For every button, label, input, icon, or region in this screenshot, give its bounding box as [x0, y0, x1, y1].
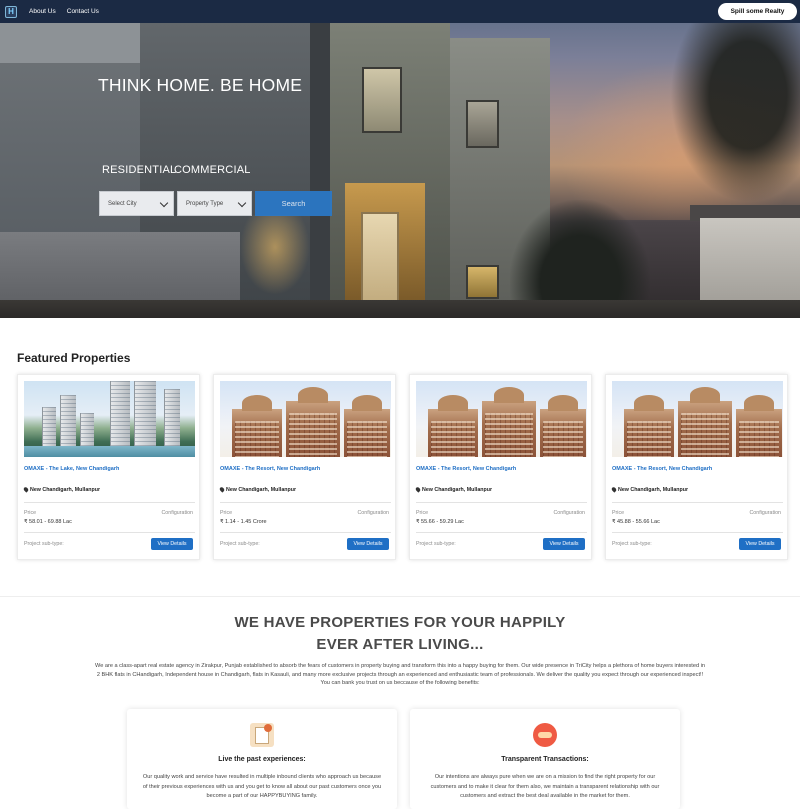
about-description: We are a class-apart real estate agency … — [95, 663, 705, 687]
location-pin-icon — [22, 486, 30, 493]
location-pin-icon — [414, 486, 422, 493]
location-pin-icon — [610, 486, 618, 493]
tab-residential[interactable]: RESIDENTIAL — [102, 164, 176, 176]
price-value: ₹ 58.01 - 69.88 Lac — [24, 519, 72, 525]
property-card: OMAXE - The Resort, New Chandigarh New C… — [409, 374, 592, 560]
property-image[interactable] — [416, 381, 587, 457]
configuration-label: Configuration — [161, 510, 193, 516]
benefit-text: Our quality work and service have result… — [142, 774, 382, 800]
about-heading: WE HAVE PROPERTIES FOR YOUR HAPPILY EVER… — [234, 614, 566, 653]
property-image[interactable] — [220, 381, 391, 457]
price-label: Price — [220, 510, 233, 516]
price-label: Price — [416, 510, 429, 516]
property-location: New Chandigarh, Mullanpur — [610, 486, 688, 493]
project-subtype-label: Project sub-type: — [612, 541, 652, 547]
spill-some-realty-button[interactable]: Spill some Realty — [718, 3, 797, 20]
price-value: ₹ 45.88 - 55.66 Lac — [612, 519, 660, 525]
property-image[interactable] — [24, 381, 195, 457]
benefit-card: Transparent Transactions: Our intentions… — [410, 709, 680, 809]
nav-link-about[interactable]: About Us — [29, 8, 56, 15]
property-location: New Chandigarh, Mullanpur — [22, 486, 100, 493]
hero-title: THINK HOME. BE HOME — [98, 75, 303, 95]
site-logo[interactable]: H — [5, 5, 17, 18]
select-city-dropdown[interactable]: Select City — [99, 191, 174, 216]
property-name[interactable]: OMAXE - The Resort, New Chandigarh — [612, 466, 712, 472]
hero-banner: THINK HOME. BE HOME RESIDENTIAL COMMERCI… — [0, 0, 800, 318]
benefit-title: Live the past experiences: — [218, 756, 306, 763]
configuration-label: Configuration — [749, 510, 781, 516]
property-location: New Chandigarh, Mullanpur — [218, 486, 296, 493]
price-value: ₹ 1.14 - 1.45 Crore — [220, 519, 267, 525]
property-name[interactable]: OMAXE - The Lake, New Chandigarh — [24, 466, 119, 472]
price-label: Price — [24, 510, 37, 516]
property-name[interactable]: OMAXE - The Resort, New Chandigarh — [416, 466, 516, 472]
door — [361, 212, 399, 312]
property-card: OMAXE - The Resort, New Chandigarh New C… — [213, 374, 396, 560]
tab-commercial[interactable]: COMMERCIAL — [174, 164, 251, 176]
project-subtype-label: Project sub-type: — [220, 541, 260, 547]
property-type-label: Property Type — [186, 200, 224, 207]
certificate-icon — [250, 723, 274, 747]
benefit-text: Our intentions are always pure when we a… — [430, 774, 660, 800]
project-subtype-label: Project sub-type: — [416, 541, 456, 547]
view-details-button[interactable]: View Details — [739, 538, 781, 550]
benefit-title: Transparent Transactions: — [501, 756, 589, 763]
property-image[interactable] — [612, 381, 783, 457]
top-navbar: H About Us Contact Us Spill some Realty — [0, 0, 800, 23]
chevron-down-icon — [237, 198, 247, 208]
select-city-label: Select City — [108, 200, 137, 207]
property-location: New Chandigarh, Mullanpur — [414, 486, 492, 493]
property-name[interactable]: OMAXE - The Resort, New Chandigarh — [220, 466, 320, 472]
featured-properties-heading: Featured Properties — [17, 351, 131, 365]
view-details-button[interactable]: View Details — [347, 538, 389, 550]
view-details-button[interactable]: View Details — [151, 538, 193, 550]
chevron-down-icon — [159, 198, 169, 208]
price-label: Price — [612, 510, 625, 516]
location-pin-icon — [218, 486, 226, 493]
configuration-label: Configuration — [553, 510, 585, 516]
handshake-icon — [533, 723, 557, 747]
benefit-card: Live the past experiences: Our quality w… — [127, 709, 397, 809]
view-details-button[interactable]: View Details — [543, 538, 585, 550]
project-subtype-label: Project sub-type: — [24, 541, 64, 547]
property-card: OMAXE - The Resort, New Chandigarh New C… — [605, 374, 788, 560]
search-button[interactable]: Search — [255, 191, 332, 216]
property-type-dropdown[interactable]: Property Type — [177, 191, 252, 216]
configuration-label: Configuration — [357, 510, 389, 516]
property-card: OMAXE - The Lake, New Chandigarh New Cha… — [17, 374, 200, 560]
price-value: ₹ 55.66 - 59.29 Lac — [416, 519, 464, 525]
nav-link-contact[interactable]: Contact Us — [67, 8, 99, 15]
